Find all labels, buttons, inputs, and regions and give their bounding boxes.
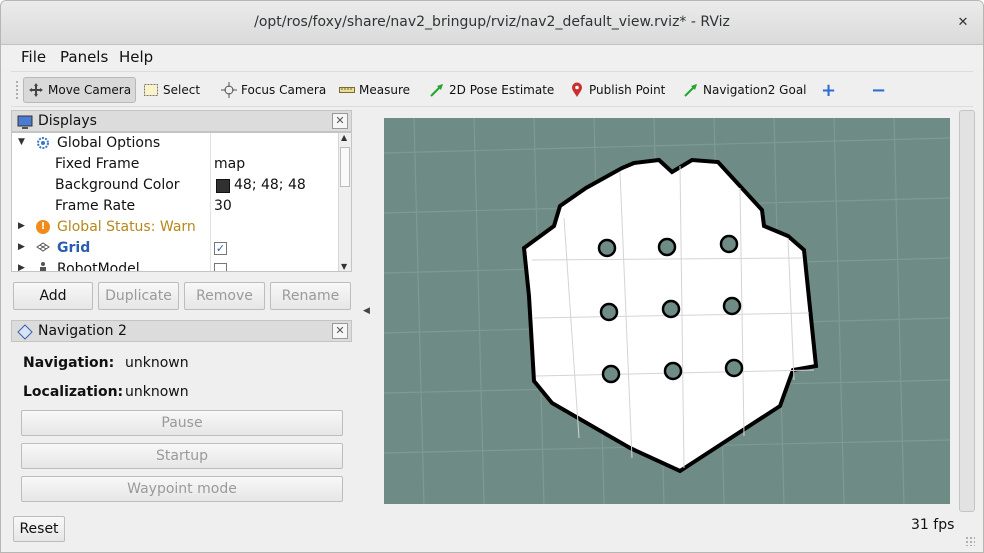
map-render — [384, 118, 950, 504]
green-arrow-icon — [429, 82, 445, 98]
rviz-window: /opt/ros/foxy/share/nav2_bringup/rviz/na… — [0, 0, 984, 553]
duplicate-button[interactable]: Duplicate — [98, 282, 179, 310]
diamond-icon — [17, 324, 33, 340]
waypoint-mode-button[interactable]: Waypoint mode — [21, 476, 343, 502]
grid-enabled-checkbox[interactable]: ✓ — [214, 242, 227, 255]
tree-value[interactable]: 30 — [214, 198, 232, 214]
collapse-left-icon[interactable]: ◀ — [363, 306, 370, 316]
monitor-icon — [17, 114, 33, 130]
localization-status-label: Localization: — [23, 384, 124, 400]
scroll-up-icon[interactable]: ▲ — [341, 133, 347, 142]
right-dock-handle[interactable] — [959, 110, 975, 512]
navigation-goal-tool[interactable]: Navigation2 Goal — [679, 77, 811, 103]
tree-row-fixed-frame[interactable]: Fixed Frame map — [12, 155, 340, 176]
pause-button[interactable]: Pause — [21, 410, 343, 436]
focus-camera-tool[interactable]: Focus Camera — [217, 77, 330, 103]
add-display-button[interactable]: Add — [13, 282, 93, 310]
tree-row-frame-rate[interactable]: Frame Rate 30 — [12, 197, 340, 218]
tools-toolbar: Move Camera Select Focus Camera Measure — [11, 71, 973, 107]
tree-label: Global Options — [57, 135, 161, 151]
displays-title: Displays — [38, 113, 97, 129]
remove-button[interactable]: Remove — [184, 282, 265, 310]
tree-row-global-options[interactable]: ▼ Global Options — [12, 134, 340, 155]
measure-tool[interactable]: Measure — [335, 77, 414, 103]
tree-row-grid[interactable]: ▶ Grid ✓ — [12, 239, 340, 260]
select-tool[interactable]: Select — [139, 77, 204, 103]
ruler-icon — [339, 82, 355, 98]
navigation-status-value: unknown — [125, 355, 189, 371]
navigation-panel-header: Navigation 2 ✕ — [11, 320, 352, 342]
menu-file[interactable]: File — [21, 48, 46, 66]
tree-value[interactable]: map — [214, 156, 245, 172]
window-title: /opt/ros/foxy/share/nav2_bringup/rviz/na… — [254, 14, 730, 30]
publish-point-label: Publish Point — [589, 83, 666, 97]
expand-right-icon[interactable]: ▶ — [18, 242, 25, 252]
robot-model-checkbox[interactable] — [214, 263, 227, 271]
rename-button[interactable]: Rename — [270, 282, 351, 310]
3d-render-view[interactable] — [384, 118, 950, 504]
menu-help[interactable]: Help — [119, 48, 153, 66]
tree-label: Background Color — [55, 177, 180, 193]
reset-button[interactable]: Reset — [13, 516, 65, 542]
measure-label: Measure — [359, 83, 410, 97]
focus-crosshair-icon — [221, 82, 237, 98]
publish-point-tool[interactable]: Publish Point — [565, 77, 669, 103]
startup-button[interactable]: Startup — [21, 443, 343, 469]
gear-icon — [36, 136, 50, 154]
select-box-icon — [143, 82, 159, 98]
select-label: Select — [163, 83, 201, 97]
tree-label: RobotModel — [57, 261, 140, 272]
remove-tool-icon[interactable]: − — [867, 77, 890, 103]
focus-camera-label: Focus Camera — [241, 83, 327, 97]
close-icon[interactable]: ✕ — [332, 113, 348, 129]
displays-scrollbar[interactable]: ▲ ▼ — [338, 133, 351, 271]
menu-panels[interactable]: Panels — [60, 48, 108, 66]
scroll-down-icon[interactable]: ▼ — [341, 262, 347, 271]
tree-row-robot-model[interactable]: ▶ RobotModel — [12, 260, 340, 272]
pose-estimate-label: 2D Pose Estimate — [449, 83, 555, 97]
pose-estimate-tool[interactable]: 2D Pose Estimate — [425, 77, 558, 103]
navigation-title: Navigation 2 — [38, 323, 127, 339]
displays-panel-header: Displays ✕ — [11, 110, 352, 132]
expand-right-icon[interactable]: ▶ — [18, 221, 25, 231]
tree-value[interactable]: 48; 48; 48 — [234, 177, 306, 193]
toolbar-grip-icon[interactable] — [15, 80, 19, 100]
tree-row-global-status[interactable]: ▶ ! Global Status: Warn — [12, 218, 340, 239]
green-arrow-icon — [683, 82, 699, 98]
displays-tree: ▼ Global Options Fixed Frame map Backgro… — [11, 132, 352, 272]
navigation-goal-label: Navigation2 Goal — [703, 83, 807, 97]
grid-icon — [36, 240, 50, 258]
resize-grip-icon[interactable] — [965, 536, 975, 546]
tree-label: Global Status: Warn — [57, 219, 196, 235]
tree-label: Fixed Frame — [55, 156, 140, 172]
move-camera-label: Move Camera — [48, 83, 132, 97]
map-pin-icon — [569, 82, 585, 98]
robot-icon — [36, 261, 50, 271]
close-icon[interactable]: ✕ — [953, 13, 973, 33]
add-tool-icon[interactable]: + — [817, 77, 840, 103]
title-bar: /opt/ros/foxy/share/nav2_bringup/rviz/na… — [1, 1, 983, 45]
menu-bar: File Panels Help — [1, 46, 983, 68]
move-camera-tool[interactable]: Move Camera — [23, 77, 137, 103]
warning-icon: ! — [36, 220, 50, 234]
tree-label: Frame Rate — [55, 198, 136, 214]
tree-row-background-color[interactable]: Background Color 48; 48; 48 — [12, 176, 340, 197]
fps-counter: 31 fps — [911, 517, 955, 533]
localization-status-value: unknown — [125, 384, 189, 400]
expand-down-icon[interactable]: ▼ — [18, 137, 25, 147]
tree-label: Grid — [57, 240, 91, 256]
close-icon[interactable]: ✕ — [332, 323, 348, 339]
color-swatch[interactable] — [216, 179, 230, 193]
expand-right-icon[interactable]: ▶ — [18, 263, 25, 271]
move-arrows-icon — [28, 82, 44, 98]
scroll-thumb[interactable] — [340, 147, 350, 187]
navigation-status-label: Navigation: — [23, 355, 115, 371]
